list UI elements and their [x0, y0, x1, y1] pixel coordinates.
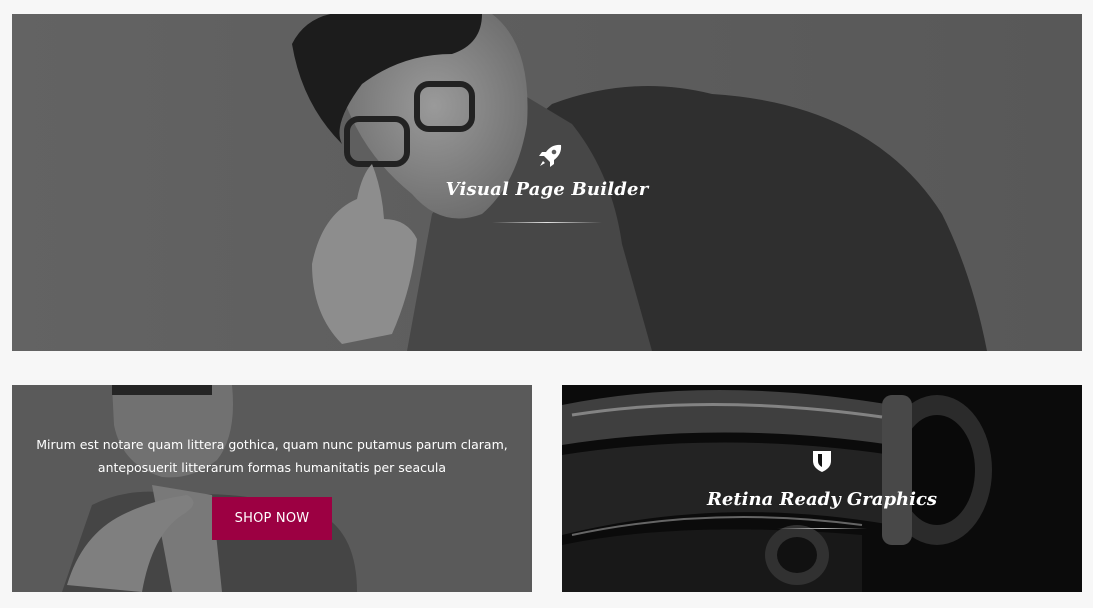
- shield-icon: [813, 451, 831, 472]
- promo-banner: Mirum est notare quam littera gothica, q…: [12, 385, 532, 592]
- rocket-icon: [539, 144, 562, 167]
- promo-text-line2: anteposuerit litterarum formas humanitat…: [97, 460, 447, 475]
- retina-banner: Retina Ready Graphics: [562, 385, 1082, 592]
- shop-now-button[interactable]: SHOP NOW: [212, 497, 332, 540]
- promo-text-line1: Mirum est notare quam littera gothica, q…: [36, 437, 508, 452]
- promo-background-photo: [12, 385, 532, 592]
- retina-title: Retina Ready Graphics: [706, 489, 938, 510]
- hero-overlay: Visual Page Builder: [12, 14, 1082, 351]
- hero-divider: [492, 222, 602, 223]
- promo-text: Mirum est notare quam littera gothica, q…: [32, 433, 512, 479]
- retina-divider: [777, 528, 867, 529]
- hero-banner: Visual Page Builder: [12, 14, 1082, 351]
- hero-title: Visual Page Builder: [445, 179, 649, 200]
